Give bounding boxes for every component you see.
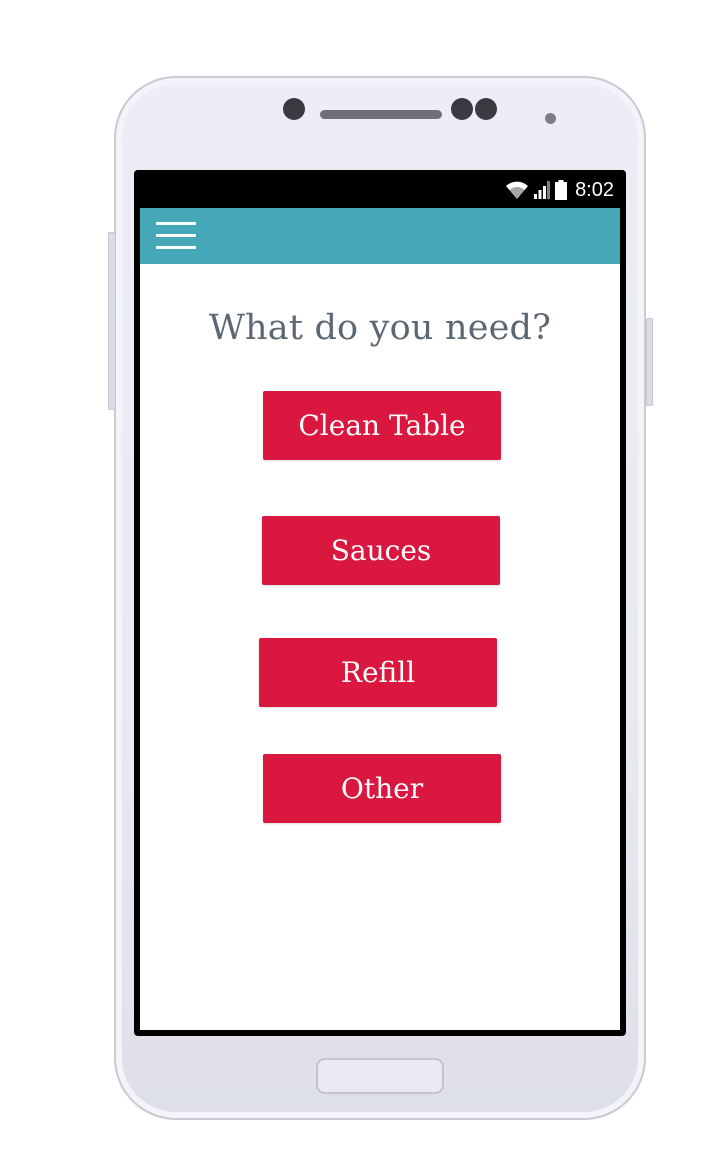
menu-line [156, 222, 196, 225]
earpiece-speaker [320, 110, 442, 119]
sauces-button[interactable]: Sauces [262, 516, 500, 585]
signal-icon [534, 181, 551, 199]
home-button[interactable] [316, 1058, 444, 1094]
power-button [646, 318, 653, 406]
status-bar: 8:02 [134, 170, 626, 208]
wifi-icon [506, 181, 529, 199]
sensor-icon [451, 98, 473, 120]
refill-button[interactable]: Refill [259, 638, 497, 707]
front-camera-icon [283, 98, 305, 120]
clean-table-button[interactable]: Clean Table [263, 391, 501, 460]
sensor-icon [475, 98, 497, 120]
status-icons: 8:02 [505, 179, 614, 201]
menu-line [156, 246, 196, 249]
page-title: What do you need? [208, 308, 552, 348]
hamburger-menu-icon[interactable] [154, 220, 200, 254]
app-toolbar [140, 208, 620, 264]
clock-time: 8:02 [575, 178, 614, 201]
volume-button [108, 232, 116, 410]
app-content: What do you need? Clean Table Sauces Ref… [140, 208, 620, 1030]
battery-icon [555, 180, 568, 200]
proximity-sensor-icon [545, 113, 556, 124]
phone-screen: 8:02 What do you need? Clean Table Sauce… [134, 170, 626, 1036]
menu-line [156, 234, 196, 237]
other-button[interactable]: Other [263, 754, 501, 823]
